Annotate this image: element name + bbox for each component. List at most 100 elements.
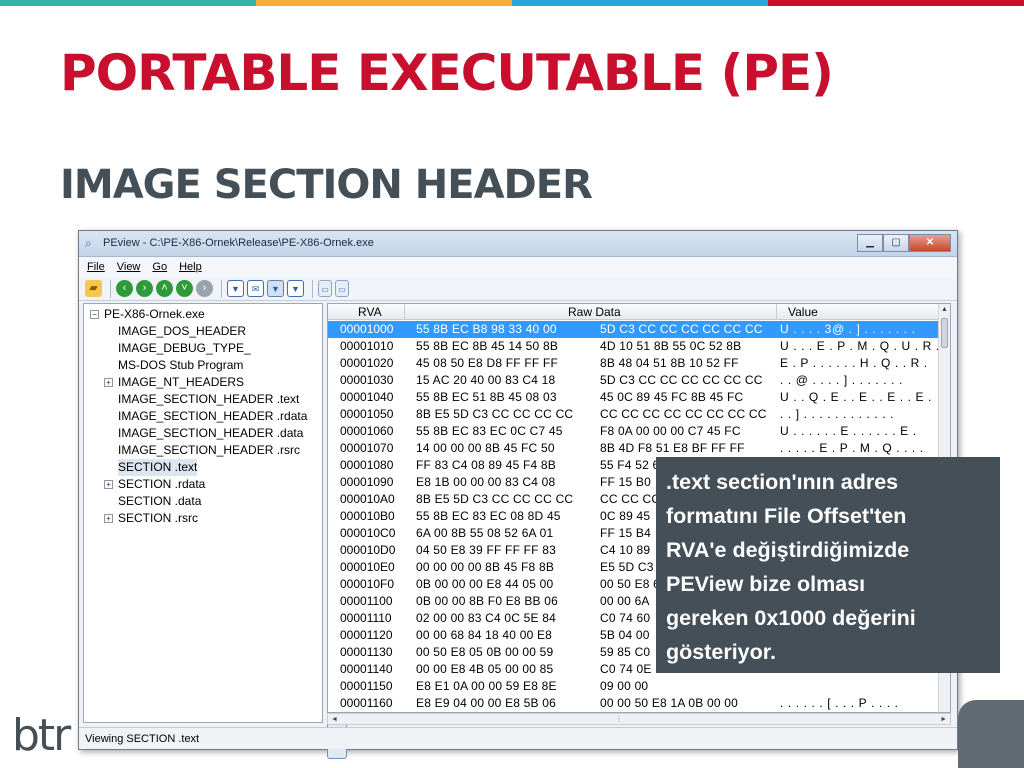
slide-subtitle: IMAGE SECTION HEADER [60,162,593,208]
maximize-button[interactable]: ▢ [883,234,909,252]
cell-hex1: 55 8B EC 83 EC 08 8D 45 [416,509,561,523]
up-icon[interactable]: ˄ [156,280,173,297]
column-divider [404,304,405,320]
struct-view-icon[interactable]: ▼ [287,280,304,297]
callout-line: PEView bize olması [666,572,866,596]
tree-item[interactable]: SECTION .text [118,459,198,476]
table-row[interactable]: 00001030 15 AC 20 40 00 83 C4 18 5D C3 CC … [328,372,938,389]
cell-hex1: 55 8B EC 51 8B 45 08 03 [416,390,557,404]
list-view-icon[interactable]: ▭ [335,280,349,297]
raw-view-icon[interactable]: ▼ [267,280,284,297]
cell-rva: 00001130 [340,645,393,659]
scroll-up-icon[interactable]: ▲ [941,306,948,313]
tree-collapse-icon[interactable]: − [90,310,99,319]
cell-hex1: 8B E5 5D C3 CC CC CC CC [416,492,574,506]
scroll-left-icon[interactable]: ◄ [331,714,338,725]
go-icon[interactable]: › [196,280,213,297]
table-row[interactable]: 00001150 E8 E1 0A 00 00 59 E8 8E 09 00 00 [328,678,938,695]
tree-item[interactable]: SECTION .rdata [118,476,205,493]
tree-item[interactable]: SECTION .rsrc [118,510,198,527]
scroll-grip-icon[interactable]: ⦙ [618,714,620,725]
cell-hex2: C0 74 60 [600,611,651,625]
table-row[interactable]: 00001050 8B E5 5D C3 CC CC CC CC CC CC CC … [328,406,938,423]
cell-hex2: 8B 48 04 51 8B 10 52 FF [600,356,739,370]
tree-item[interactable]: SECTION .data [118,493,201,510]
cell-hex1: 55 8B EC 83 EC 0C C7 45 [416,424,563,438]
tree-item[interactable]: IMAGE_DOS_HEADER [118,323,246,340]
menu-view[interactable]: View [117,261,141,273]
cell-hex2: 4D 10 51 8B 55 0C 52 8B [600,339,742,353]
cell-hex2: CC CC CC CC CC CC CC CC [600,407,767,421]
cell-val: E . P . . . . . . H . Q . . R . [780,356,928,370]
cell-rva: 000010A0 [340,492,395,506]
status-bar: Viewing SECTION .text [79,727,957,749]
cell-hex1: 55 8B EC 8B 45 14 50 8B [416,339,559,353]
tree-item[interactable]: IMAGE_SECTION_HEADER .data [118,425,303,442]
menu-file[interactable]: File [87,261,105,273]
forward-icon[interactable]: › [136,280,153,297]
tree-item[interactable]: IMAGE_DEBUG_TYPE_ [118,340,251,357]
tree-item[interactable]: IMAGE_SECTION_HEADER .text [118,391,299,408]
section-view-icon[interactable]: ▼ [227,280,244,297]
tree-root[interactable]: PE-X86-Ornek.exe [104,306,205,323]
tree-item[interactable]: MS-DOS Stub Program [118,357,243,374]
corner-decoration [958,700,1024,768]
cell-rva: 00001120 [340,628,393,642]
menu-help[interactable]: Help [179,261,202,273]
scroll-thumb[interactable] [941,318,948,348]
table-row[interactable]: 00001070 14 00 00 00 8B 45 FC 50 8B 4D F8 … [328,440,938,457]
col-header-raw[interactable]: Raw Data [568,305,621,319]
cell-hex1: E8 1B 00 00 00 83 C4 08 [416,475,556,489]
cell-hex2: 00 00 50 E8 1A 0B 00 00 [600,696,739,710]
table-row[interactable]: 00001020 45 08 50 E8 D8 FF FF FF 8B 48 04 … [328,355,938,372]
tree-expand-icon[interactable]: + [104,378,113,387]
tree-expand-icon[interactable]: + [104,480,113,489]
mail-view-icon[interactable]: ✉ [247,280,264,297]
cell-rva: 00001060 [340,424,394,438]
tree-item[interactable]: IMAGE_NT_HEADERS [118,374,244,391]
table-row[interactable]: 00001040 55 8B EC 51 8B 45 08 03 45 0C 89 … [328,389,938,406]
scroll-right-icon[interactable]: ► [940,714,947,725]
cell-rva: 00001160 [340,696,393,710]
menu-go[interactable]: Go [152,261,167,273]
cell-rva: 000010C0 [340,526,396,540]
tree-item[interactable]: IMAGE_SECTION_HEADER .rsrc [118,442,300,459]
table-row[interactable]: 00001060 55 8B EC 83 EC 0C C7 45 F8 0A 00 … [328,423,938,440]
toolbar: ▰ ‹ › ˄ ˅ › ▼ ✉ ▼ ▼ ▦ ▭ ▭ [79,277,957,759]
horizontal-scrollbar[interactable]: ◄ ⦙ ► [327,713,951,725]
cell-hex2: 45 0C 89 45 FC 8B 45 FC [600,390,744,404]
cell-rva: 00001110 [340,611,392,625]
cell-hex1: 00 00 E8 4B 05 00 00 85 [416,662,554,676]
cell-hex2: 0C 89 45 [600,509,651,523]
tree-expand-icon[interactable]: + [104,514,113,523]
cell-hex2: 00 00 6A [600,594,650,608]
col-header-value[interactable]: Value [788,305,818,319]
cell-val: . . ] . . . . . . . . . . . . [780,407,895,421]
toolbar-separator [110,279,111,298]
cell-hex1: 04 50 E8 39 FF FF FF 83 [416,543,556,557]
cell-hex1: 00 50 E8 05 0B 00 00 59 [416,645,554,659]
tree-item[interactable]: IMAGE_SECTION_HEADER .rdata [118,408,307,425]
col-header-rva[interactable]: RVA [358,305,382,319]
callout-line: .text section'ının adres [666,470,899,494]
cell-rva: 00001020 [340,356,394,370]
open-file-icon[interactable]: ▰ [85,280,102,297]
cell-rva: 000010F0 [340,577,395,591]
callout-line: formatını File Offset'ten [666,504,907,528]
cell-rva: 00001050 [340,407,394,421]
back-icon[interactable]: ‹ [116,280,133,297]
table-row[interactable]: 00001010 55 8B EC 8B 45 14 50 8B 4D 10 51 … [328,338,939,355]
cell-rva: 00001000 [340,322,394,336]
grid-header: RVA Raw Data Value [328,304,938,320]
top-color-stripe [0,0,1024,6]
minimize-button[interactable]: ▁ [857,234,883,252]
window-titlebar[interactable]: ⌕ PEview - C:\PE-X86-Ornek\Release\PE-X8… [79,231,957,257]
table-row[interactable]: 00001160 E8 E9 04 00 00 E8 5B 06 00 00 50 … [328,695,938,712]
down-icon[interactable]: ˅ [176,280,193,297]
callout-line: gereken 0x1000 değerini [666,606,916,630]
compact-view-icon[interactable]: ▭ [318,280,332,297]
close-button[interactable]: ✕ [909,234,951,252]
table-row[interactable]: 00001000 55 8B EC B8 98 33 40 00 5D C3 CC … [328,321,938,338]
cell-hex2: 59 85 C0 [600,645,651,659]
cell-hex1: 45 08 50 E8 D8 FF FF FF [416,356,558,370]
